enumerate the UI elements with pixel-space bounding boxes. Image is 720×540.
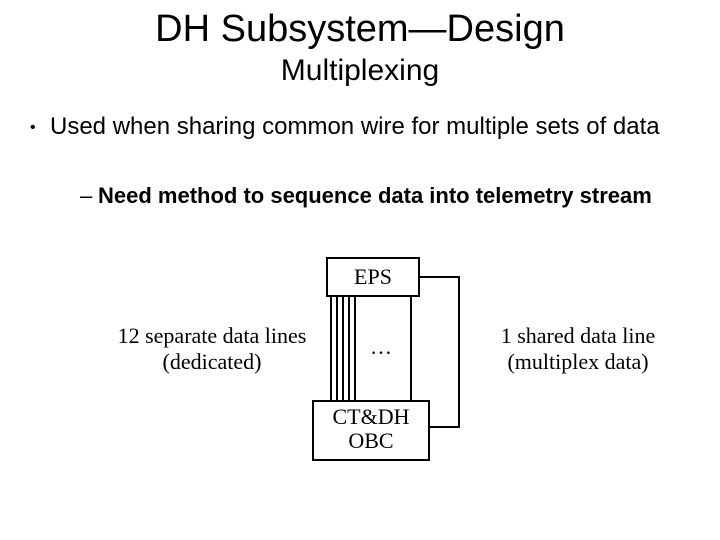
obc-line1: CT&DH [314,405,428,429]
right-label-line1: 1 shared data line [488,323,668,349]
shared-line-h-bottom [428,426,460,428]
slide: DH Subsystem—Design Multiplexing • Used … [0,0,720,540]
bullet-level2-text: Need method to sequence data into teleme… [98,183,652,208]
eps-box: EPS [326,257,420,297]
ellipsis-icon: … [370,334,392,360]
data-line [410,295,412,400]
data-line [348,295,350,400]
bullet-level2: – Need method to sequence data into tele… [98,182,658,210]
data-line [330,295,332,400]
right-label-line2: (multiplex data) [488,349,668,375]
left-label-line2: (dedicated) [112,349,312,375]
data-line [342,295,344,400]
shared-line-v [458,276,460,428]
obc-box: CT&DH OBC [312,400,430,461]
left-label: 12 separate data lines (dedicated) [112,323,312,376]
left-label-line1: 12 separate data lines [112,323,312,349]
data-line [354,295,356,400]
bullet-level1-text: Used when sharing common wire for multip… [50,113,660,140]
slide-subtitle: Multiplexing [0,54,720,88]
data-line [336,295,338,400]
bullet-dash-icon: – [80,182,92,210]
bullet-dot-icon: • [30,118,36,138]
obc-line2: OBC [314,429,428,453]
shared-line-h-top [418,276,460,278]
slide-title: DH Subsystem—Design [0,8,720,51]
bullet-level1: • Used when sharing common wire for mult… [50,112,660,142]
right-label: 1 shared data line (multiplex data) [488,323,668,376]
